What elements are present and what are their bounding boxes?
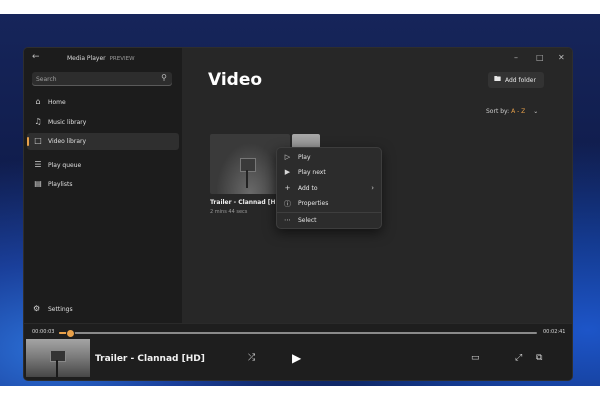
minimize-icon[interactable]: – xyxy=(514,53,518,62)
more-options-icon[interactable]: ⧉ xyxy=(536,353,542,363)
add-icon: + xyxy=(284,184,291,192)
gear-icon: ⚙ xyxy=(33,304,41,313)
home-icon: ⌂ xyxy=(35,97,41,106)
sidebar-item-play-queue[interactable]: ☰ Play queue xyxy=(27,157,179,174)
menu-item-label: Add to xyxy=(298,185,318,192)
sidebar-item-playlists[interactable]: ▤ Playlists xyxy=(27,176,179,193)
sidebar-item-video-library[interactable]: □ Video library xyxy=(27,133,179,150)
sort-label: Sort by: xyxy=(486,108,510,115)
thumbnail-pole xyxy=(56,360,58,377)
now-playing-thumbnail[interactable] xyxy=(26,339,90,377)
now-playing-title[interactable]: Trailer - Clannad [HD] xyxy=(95,354,205,364)
menu-item-label: Select xyxy=(298,217,317,224)
thumbnail-pole xyxy=(246,170,248,188)
queue-icon: ☰ xyxy=(34,160,42,169)
search-icon[interactable]: ⚲ xyxy=(161,73,167,82)
menu-item-label: Play next xyxy=(298,169,326,176)
chevron-down-icon: ⌄ xyxy=(533,108,539,115)
sidebar-item-label: Play queue xyxy=(48,162,82,169)
player-bar: 00:00:03 00:02:41 Trailer - Clannad [HD]… xyxy=(24,323,572,380)
shuffle-icon[interactable]: ⤮ xyxy=(248,353,255,363)
page-title: Video xyxy=(208,70,263,90)
search-box: ⚲ xyxy=(32,72,172,86)
chevron-right-icon: › xyxy=(371,184,374,192)
menu-item-add-to[interactable]: + Add to › xyxy=(277,181,381,196)
play-next-icon: ▶ xyxy=(284,168,291,176)
menu-item-select[interactable]: ⋯ Select xyxy=(277,213,381,228)
search-input[interactable] xyxy=(36,73,146,85)
menu-item-label: Properties xyxy=(298,200,329,207)
seek-bar[interactable] xyxy=(59,329,537,338)
sidebar-item-label: Home xyxy=(48,99,66,106)
elapsed-time: 00:00:03 xyxy=(32,329,55,335)
settings-label: Settings xyxy=(48,306,73,313)
sidebar-item-label: Playlists xyxy=(48,181,73,188)
sidebar-item-music-library[interactable]: ♫ Music library xyxy=(27,114,179,131)
desktop-wallpaper: ← Media PlayerPREVIEW ⚲ ⌂ Home ♫ Music l… xyxy=(0,14,600,386)
play-icon: ▷ xyxy=(284,153,291,161)
select-icon: ⋯ xyxy=(284,216,291,224)
menu-item-label: Play xyxy=(298,154,311,161)
menu-item-properties[interactable]: ⓘ Properties xyxy=(277,196,381,211)
sidebar-item-home[interactable]: ⌂ Home xyxy=(27,94,179,111)
sort-dropdown[interactable]: Sort by: A - Z ⌄ xyxy=(486,108,538,115)
settings-button[interactable]: ⚙ Settings xyxy=(27,301,179,317)
fullscreen-icon[interactable]: ⤢ xyxy=(515,353,522,363)
sidebar-item-label: Music library xyxy=(48,119,87,126)
close-icon[interactable]: ✕ xyxy=(558,53,565,62)
total-time: 00:02:41 xyxy=(543,329,566,335)
sidebar: ← Media PlayerPREVIEW ⚲ ⌂ Home ♫ Music l… xyxy=(24,48,182,323)
app-title: Media Player PREVIEW xyxy=(67,55,135,62)
menu-item-play[interactable]: ▷ Play xyxy=(277,150,381,165)
maximize-icon[interactable]: □ xyxy=(536,53,544,62)
sort-value: A - Z xyxy=(511,108,526,115)
sidebar-item-label: Video library xyxy=(48,138,87,145)
folder-add-icon: 🖿 xyxy=(494,75,501,83)
video-duration: 2 mins 44 secs xyxy=(210,209,248,215)
menu-item-play-next[interactable]: ▶ Play next xyxy=(277,165,381,180)
preview-badge: PREVIEW xyxy=(109,56,135,62)
back-arrow-icon[interactable]: ← xyxy=(32,52,40,62)
add-folder-label: Add folder xyxy=(505,77,536,84)
miniplayer-icon[interactable]: ▭ xyxy=(471,353,480,363)
add-folder-button[interactable]: 🖿 Add folder xyxy=(488,72,544,88)
playlist-icon: ▤ xyxy=(34,179,42,188)
thumbnail-sign xyxy=(50,350,66,362)
thumbnail-sign xyxy=(240,158,256,172)
video-title[interactable]: Trailer - Clannad [HD] xyxy=(210,199,283,206)
info-icon: ⓘ xyxy=(284,200,291,208)
seek-handle[interactable] xyxy=(65,329,75,338)
active-indicator xyxy=(27,137,29,146)
video-icon: □ xyxy=(34,136,42,145)
play-button[interactable]: ▶ xyxy=(292,351,301,365)
context-menu: ▷ Play ▶ Play next + Add to › ⓘ Properti… xyxy=(276,147,382,229)
main-content: – □ ✕ Video 🖿 Add folder Sort by: A - Z … xyxy=(182,48,572,323)
media-player-window: ← Media PlayerPREVIEW ⚲ ⌂ Home ♫ Music l… xyxy=(24,48,572,380)
music-note-icon: ♫ xyxy=(34,117,42,126)
